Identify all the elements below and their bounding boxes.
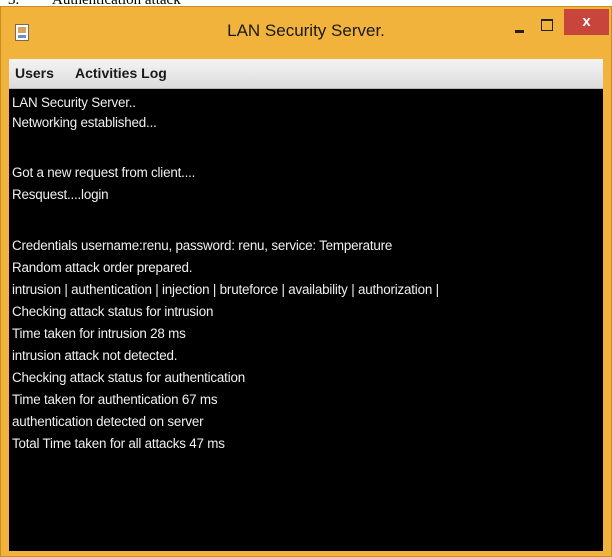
console-line: Random attack order prepared. [12, 260, 193, 275]
title-bar[interactable]: LAN Security Server. x [1, 7, 611, 59]
close-icon[interactable]: x [564, 9, 609, 35]
console-line: Checking attack status for authenticatio… [12, 370, 245, 385]
java-app-icon[interactable] [15, 24, 29, 41]
console-line: intrusion attack not detected. [12, 348, 178, 363]
menu-activities-log[interactable]: Activities Log [75, 65, 167, 81]
console-line: Got a new request from client.... [12, 165, 196, 180]
console-line: Resquest....login [12, 187, 109, 202]
console-line: Networking established... [12, 115, 157, 130]
minimize-icon[interactable] [506, 15, 532, 37]
menu-users[interactable]: Users [15, 65, 54, 81]
console-output[interactable]: LAN Security Server.. Networking establi… [9, 89, 603, 551]
console-line: Credentials username:renu, password: ren… [12, 238, 393, 253]
console-line: Time taken for intrusion 28 ms [12, 326, 186, 341]
console-line: Time taken for authentication 67 ms [12, 392, 218, 407]
console-line: Total Time taken for all attacks 47 ms [12, 436, 225, 451]
console-line: Checking attack status for intrusion [12, 304, 214, 319]
console-line: intrusion | authentication | injection |… [12, 282, 439, 297]
menu-bar: Users Activities Log [9, 59, 603, 89]
app-window: LAN Security Server. x Users Activities … [0, 6, 612, 557]
maximize-icon[interactable] [534, 15, 560, 37]
console-line: authentication detected on server [12, 414, 204, 429]
console-line: LAN Security Server.. [12, 95, 136, 110]
